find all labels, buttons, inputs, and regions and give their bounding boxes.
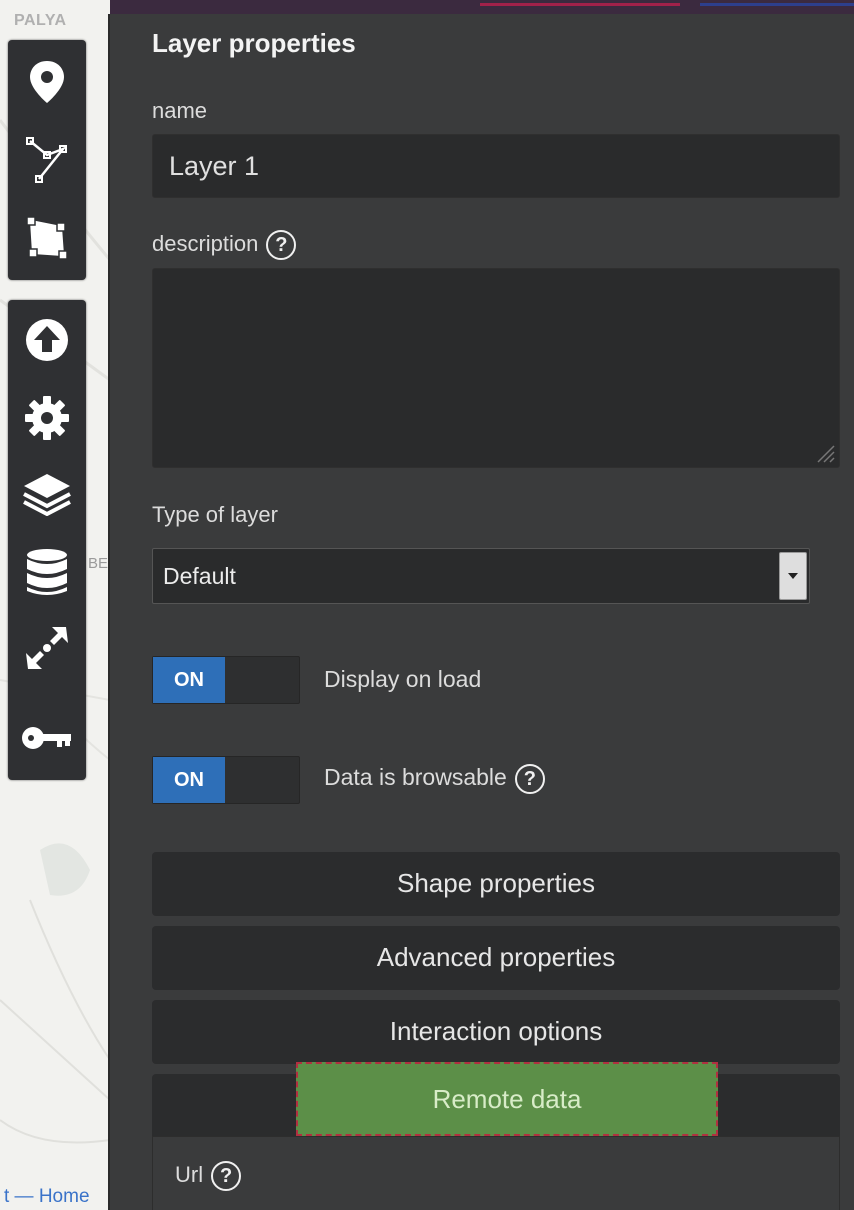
manage-layers-button[interactable] xyxy=(8,458,86,530)
gear-icon xyxy=(25,396,69,440)
interaction-options-section[interactable]: Interaction options xyxy=(152,1000,840,1064)
draw-polygon-button[interactable] xyxy=(8,202,86,274)
shape-properties-section[interactable]: Shape properties xyxy=(152,852,840,916)
layers-icon xyxy=(23,474,71,516)
chevron-down-icon xyxy=(788,573,798,579)
data-browsable-toggle[interactable]: ON xyxy=(152,756,300,804)
map-place-label: BE xyxy=(88,555,109,572)
description-label-row: description? xyxy=(152,230,297,260)
display-on-load-toggle[interactable]: ON xyxy=(152,656,300,704)
select-arrow[interactable] xyxy=(779,552,807,600)
layer-properties-panel: Layer properties name Layer 1 descriptio… xyxy=(108,14,854,1210)
description-textarea[interactable] xyxy=(152,268,840,468)
remote-data-body: Url? xyxy=(152,1136,840,1210)
panel-title: Layer properties xyxy=(152,28,356,58)
center-map-button[interactable] xyxy=(8,612,86,684)
data-browsable-label-row: Data is browsable? xyxy=(324,764,545,794)
type-of-layer-value: Default xyxy=(163,563,236,589)
polyline-icon xyxy=(26,137,67,183)
permissions-button[interactable] xyxy=(8,702,86,774)
data-browsable-label: Data is browsable xyxy=(324,764,507,791)
help-icon[interactable]: ? xyxy=(211,1161,242,1191)
top-accent-blue xyxy=(700,3,854,6)
database-icon xyxy=(27,549,67,595)
help-icon[interactable]: ? xyxy=(514,764,545,794)
map-attribution-link[interactable]: t — Home xyxy=(4,1186,90,1208)
manage-datalayers-button[interactable] xyxy=(8,536,86,608)
toggle-on-state: ON xyxy=(153,657,225,703)
description-label: description xyxy=(152,230,259,256)
url-label: Url xyxy=(175,1161,204,1187)
type-of-layer-select[interactable]: Default xyxy=(152,548,810,604)
draw-toolbar xyxy=(8,40,86,280)
edit-toolbar xyxy=(8,300,86,780)
display-on-load-label: Display on load xyxy=(324,666,482,692)
draw-marker-button[interactable] xyxy=(8,46,86,118)
remote-data-button[interactable]: Remote data xyxy=(296,1062,718,1136)
type-of-layer-label: Type of layer xyxy=(152,502,278,527)
name-label: name xyxy=(152,98,208,123)
upload-icon xyxy=(26,319,68,361)
toggle-on-state: ON xyxy=(153,757,225,803)
map-place-label: PALYA xyxy=(14,12,67,29)
marker-icon xyxy=(30,61,64,103)
center-icon xyxy=(26,627,68,669)
advanced-properties-section[interactable]: Advanced properties xyxy=(152,926,840,990)
polygon-icon xyxy=(26,216,68,260)
import-data-button[interactable] xyxy=(8,304,86,376)
help-icon[interactable]: ? xyxy=(266,230,297,260)
top-accent-red xyxy=(480,3,680,6)
window-top-strip xyxy=(0,0,854,14)
name-input[interactable]: Layer 1 xyxy=(152,134,840,198)
resize-grip-icon[interactable] xyxy=(814,442,836,464)
key-icon xyxy=(22,727,71,749)
url-label-row: Url? xyxy=(175,1161,242,1191)
map-settings-button[interactable] xyxy=(8,382,86,454)
draw-polyline-button[interactable] xyxy=(8,124,86,196)
